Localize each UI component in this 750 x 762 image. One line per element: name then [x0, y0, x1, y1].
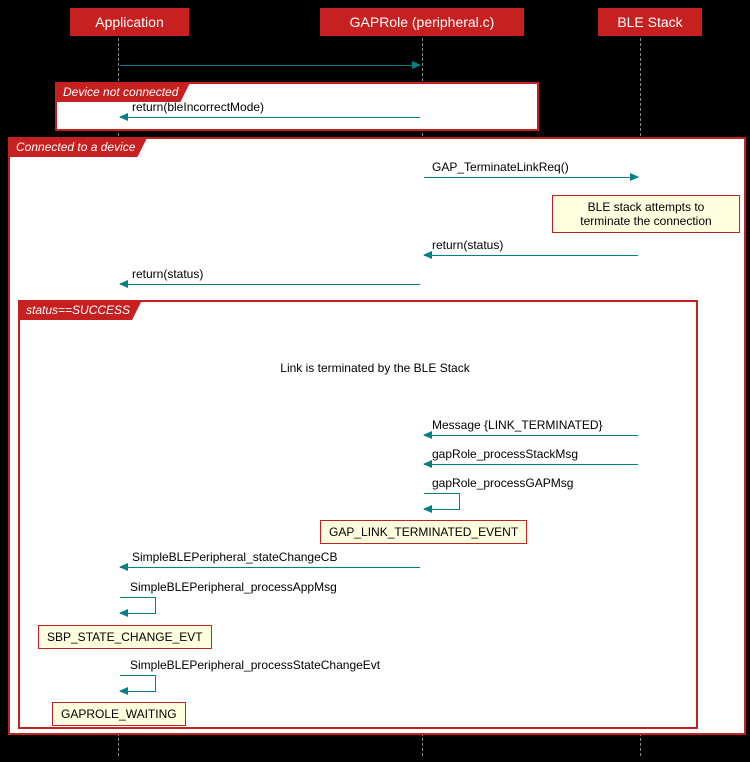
label-process-stack: gapRole_processStackMsg — [432, 447, 578, 461]
participant-application: Application — [70, 8, 189, 36]
note-link-term-event: GAP_LINK_TERMINATED_EVENT — [320, 520, 527, 544]
participant-gaprole: GAPRole (peripheral.c) — [320, 8, 524, 36]
group-tab-not-connected: Device not connected — [55, 82, 190, 102]
label-return-status2: return(status) — [132, 267, 203, 281]
arrow-process-stack — [424, 464, 638, 465]
arrow-link-terminated — [424, 435, 638, 436]
label-terminate-link: GAP_TerminateLinkReq() — [432, 160, 569, 174]
arrow-app-to-gaprole-init — [120, 65, 420, 66]
group-tab-success: status==SUCCESS — [18, 300, 142, 320]
group-device-not-connected: Device not connected — [55, 82, 539, 131]
arrow-return-incorrect — [120, 117, 420, 118]
label-process-app: SimpleBLEPeripheral_processAppMsg — [130, 580, 337, 594]
note-ble-attempts: BLE stack attempts to terminate the conn… — [552, 195, 740, 233]
note-ble-attempts-line2: terminate the connection — [580, 214, 711, 228]
group-tab-connected: Connected to a device — [8, 137, 147, 157]
self-arrow-process-gap — [424, 493, 460, 510]
self-arrow-process-app — [120, 597, 156, 614]
self-arrow-process-state — [120, 675, 156, 692]
label-process-gap: gapRole_processGAPMsg — [432, 476, 573, 490]
note-sbp-state: SBP_STATE_CHANGE_EVT — [38, 625, 212, 649]
arrow-terminate-link — [424, 177, 638, 178]
label-return-incorrect: return(bleIncorrectMode) — [132, 100, 264, 114]
arrow-return-status2 — [120, 284, 420, 285]
label-state-change-cb: SimpleBLEPeripheral_stateChangeCB — [132, 550, 337, 564]
note-gaprole-waiting: GAPROLE_WAITING — [52, 702, 186, 726]
label-process-state: SimpleBLEPeripheral_processStateChangeEv… — [130, 658, 380, 672]
label-link-terminated-msg: Message {LINK_TERMINATED} — [432, 418, 603, 432]
arrow-return-status1 — [424, 255, 638, 256]
arrow-state-change-cb — [120, 567, 420, 568]
center-text-link-terminated: Link is terminated by the BLE Stack — [0, 361, 750, 375]
note-ble-attempts-line1: BLE stack attempts to — [588, 200, 705, 214]
label-return-status1: return(status) — [432, 238, 503, 252]
participant-ble-stack: BLE Stack — [598, 8, 702, 36]
